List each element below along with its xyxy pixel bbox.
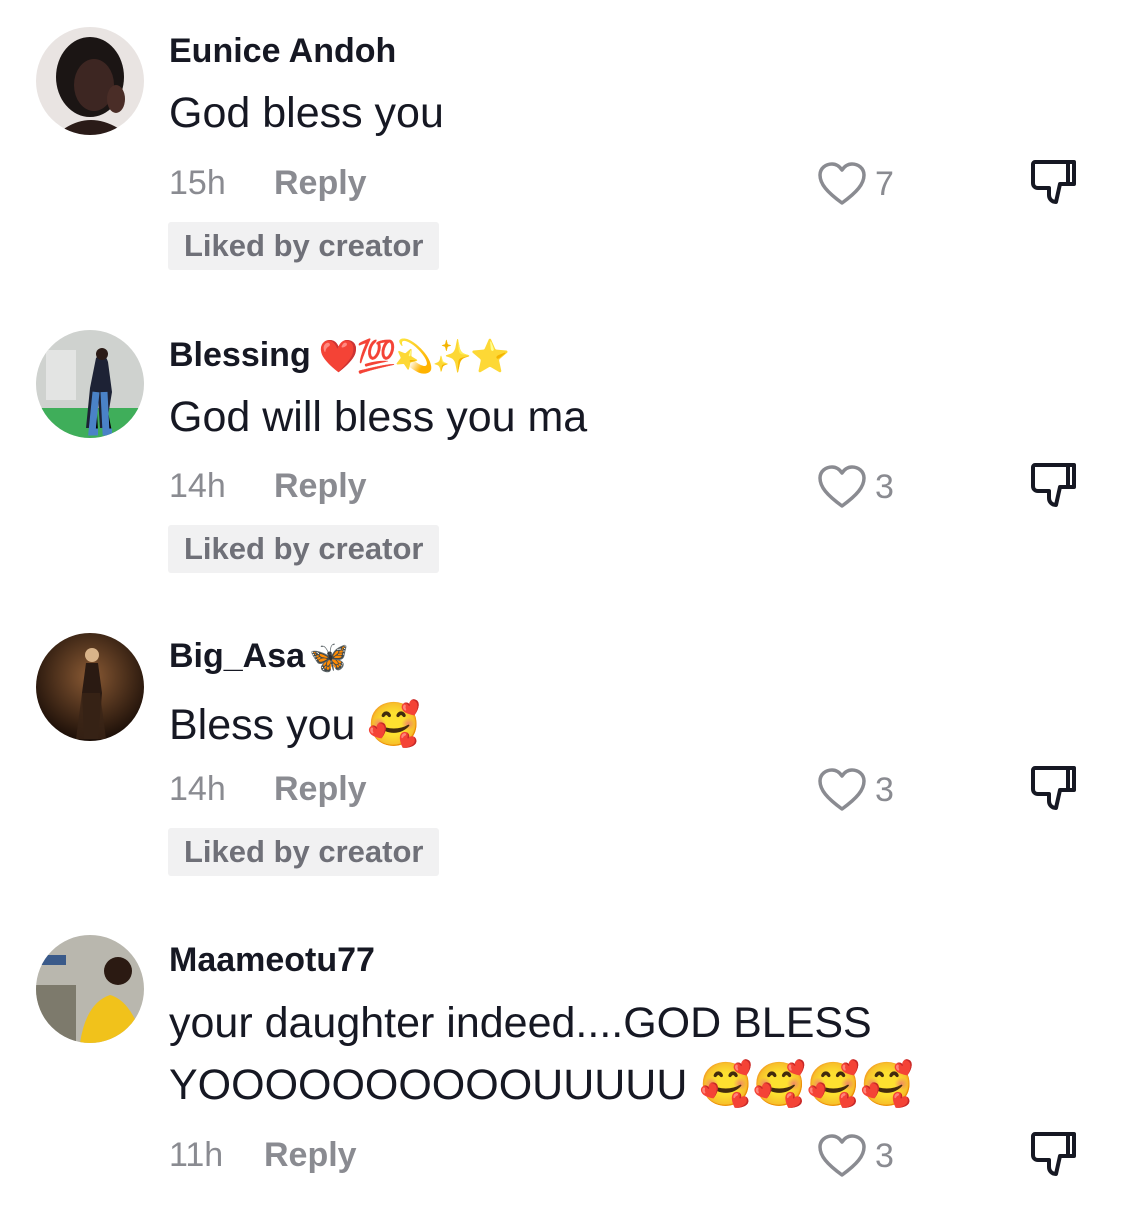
dislike-button[interactable] [1030,461,1078,516]
username-emoji: 🦋 [309,638,349,675]
liked-by-creator-badge: Liked by creator [168,828,440,876]
comment-time: 11h [169,1136,224,1174]
username-text: Eunice Andoh [169,32,397,70]
username[interactable]: Big_Asa 🦋 [169,637,349,676]
thumbs-down-outline-icon [1031,1132,1076,1176]
comment-time: 14h [169,770,226,808]
liked-by-creator-badge: Liked by creator [168,222,440,270]
comment-line: YOOOOOOOOOOUUUUU 🥰🥰🥰🥰 [169,1061,914,1109]
comment-meta: 15h Reply [169,164,367,203]
username[interactable]: Maameotu77 [169,941,375,980]
like-button[interactable]: 7 [817,161,894,207]
avatar[interactable] [36,935,144,1043]
comment-meta: 14h Reply [169,770,367,809]
heart-outline-icon [818,1134,866,1177]
thumbs-down-outline-icon [1031,160,1076,204]
thumbs-down-outline-icon [1031,463,1076,507]
like-button[interactable]: 3 [817,464,894,510]
like-count: 3 [875,770,894,809]
username[interactable]: Eunice Andoh [169,32,396,71]
avatar[interactable] [36,27,144,135]
dislike-button[interactable] [1030,1130,1078,1185]
reply-button[interactable]: Reply [274,467,367,506]
comment-line: Bless you 🥰 [169,701,421,749]
comment-text: Bless you 🥰 [169,694,421,756]
like-count: 3 [875,467,894,506]
comment-line: your daughter indeed....GOD BLESS [169,999,872,1047]
username-text: Blessing [169,336,311,374]
username-text: Maameotu77 [169,941,375,979]
heart-outline-icon [818,465,866,508]
heart-outline-icon [818,162,866,205]
username-emoji: ❤️💯💫✨⭐ [318,337,510,374]
reply-button[interactable]: Reply [274,164,367,203]
heart-outline-icon [818,768,866,811]
comment-text: your daughter indeed....GOD BLESS YOOOOO… [169,992,914,1116]
like-button[interactable]: 3 [817,1133,894,1179]
username[interactable]: Blessing ❤️💯💫✨⭐ [169,336,510,375]
comment-meta: 14h Reply [169,467,367,506]
dislike-button[interactable] [1030,158,1078,213]
reply-button[interactable]: Reply [274,770,367,809]
like-button[interactable]: 3 [817,767,894,813]
comment-meta: 11h Reply [169,1136,357,1175]
username-text: Big_Asa [169,637,306,675]
comment-time: 15h [169,164,226,202]
dislike-button[interactable] [1030,764,1078,819]
avatar[interactable] [36,330,144,438]
reply-button[interactable]: Reply [264,1136,357,1175]
like-count: 3 [875,1136,894,1175]
comment-time: 14h [169,467,226,505]
like-count: 7 [875,164,894,203]
liked-by-creator-badge: Liked by creator [168,525,440,573]
thumbs-down-outline-icon [1031,766,1076,810]
comment-text: God will bless you ma [169,386,587,448]
comment-line: God will bless you ma [169,393,588,441]
avatar[interactable] [36,633,144,741]
comment-text: God bless you [169,82,444,144]
comment-line: God bless you [169,89,444,137]
